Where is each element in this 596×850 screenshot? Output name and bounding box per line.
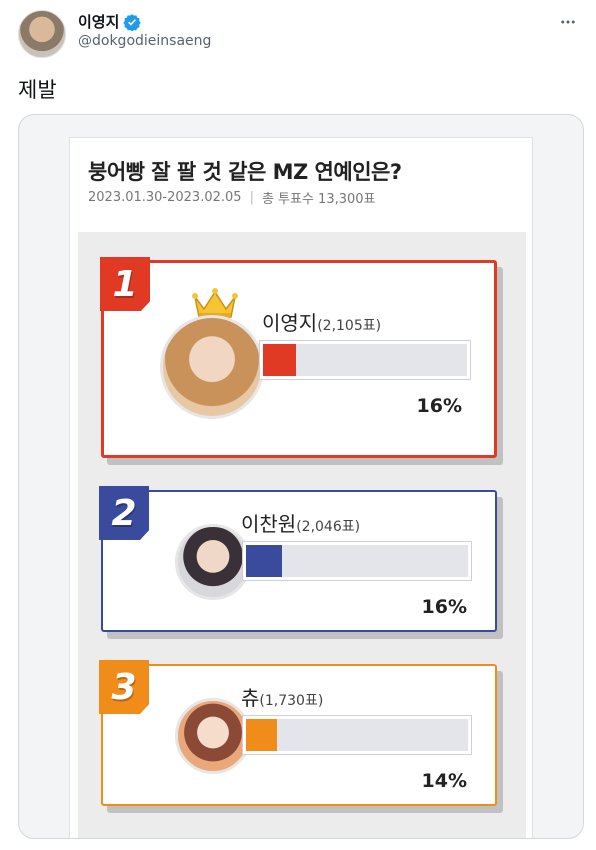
rank-badge: 1 bbox=[100, 257, 150, 311]
author-display-name[interactable]: 이영지 bbox=[78, 11, 119, 32]
vote-bar-fill bbox=[246, 545, 282, 577]
candidate-name-row: 이찬원(2,046표) bbox=[241, 508, 360, 537]
candidate-name-row: 츄(1,730표) bbox=[241, 682, 323, 711]
candidate-percent: 14% bbox=[421, 770, 467, 792]
candidate-votes: (2,046표) bbox=[296, 519, 361, 535]
candidate-percent: 16% bbox=[421, 596, 467, 618]
candidate-photo bbox=[160, 315, 264, 419]
verified-badge-icon bbox=[123, 13, 142, 31]
candidate-votes: (2,105표) bbox=[317, 318, 382, 334]
candidate-name: 이찬원 bbox=[241, 512, 297, 536]
poll-results: 1 이영지(2,105표) 16% 2 이찬원(2,046표) 16% 3 츄(… bbox=[78, 232, 526, 839]
candidate-photo bbox=[175, 524, 251, 600]
author-avatar[interactable] bbox=[18, 10, 66, 58]
poll-meta: 2023.01.30-2023.02.05 | 총 투표수 13,300표 bbox=[88, 188, 376, 207]
more-horizontal-icon[interactable] bbox=[556, 10, 580, 34]
author-handle[interactable]: @dokgodieinsaeng bbox=[78, 33, 211, 49]
candidate-votes: (1,730표) bbox=[259, 693, 324, 709]
poll-date-range: 2023.01.30-2023.02.05 bbox=[88, 190, 242, 205]
author-name-row[interactable]: 이영지 bbox=[78, 11, 142, 32]
candidate-name: 츄 bbox=[241, 686, 260, 710]
poll-total-votes: 총 투표수 13,300표 bbox=[261, 192, 376, 207]
candidate-photo bbox=[175, 698, 251, 774]
vote-bar bbox=[259, 340, 471, 380]
tweet-media[interactable]: 붕어빵 잘 팔 것 같은 MZ 연예인은? 2023.01.30-2023.02… bbox=[18, 114, 584, 839]
vote-bar-fill bbox=[263, 344, 296, 376]
meta-divider: | bbox=[249, 190, 254, 205]
candidate-percent: 16% bbox=[416, 395, 462, 417]
rank-badge: 2 bbox=[99, 486, 149, 540]
candidate-name-row: 이영지(2,105표) bbox=[262, 307, 381, 336]
tweet-text: 제발 bbox=[18, 78, 57, 102]
vote-bar-fill bbox=[246, 719, 278, 751]
poll-candidate-4-partial bbox=[101, 838, 497, 839]
poll-candidate-1: 1 이영지(2,105표) 16% bbox=[100, 257, 497, 458]
vote-bar bbox=[242, 541, 472, 581]
rank-badge: 3 bbox=[99, 660, 149, 714]
candidate-name: 이영지 bbox=[262, 311, 318, 335]
poll-candidate-2: 2 이찬원(2,046표) 16% bbox=[99, 486, 497, 632]
vote-bar bbox=[242, 715, 472, 755]
poll-candidate-3: 3 츄(1,730표) 14% bbox=[99, 660, 497, 806]
poll-panel: 붕어빵 잘 팔 것 같은 MZ 연예인은? 2023.01.30-2023.02… bbox=[69, 137, 533, 839]
poll-title: 붕어빵 잘 팔 것 같은 MZ 연예인은? bbox=[88, 160, 402, 184]
